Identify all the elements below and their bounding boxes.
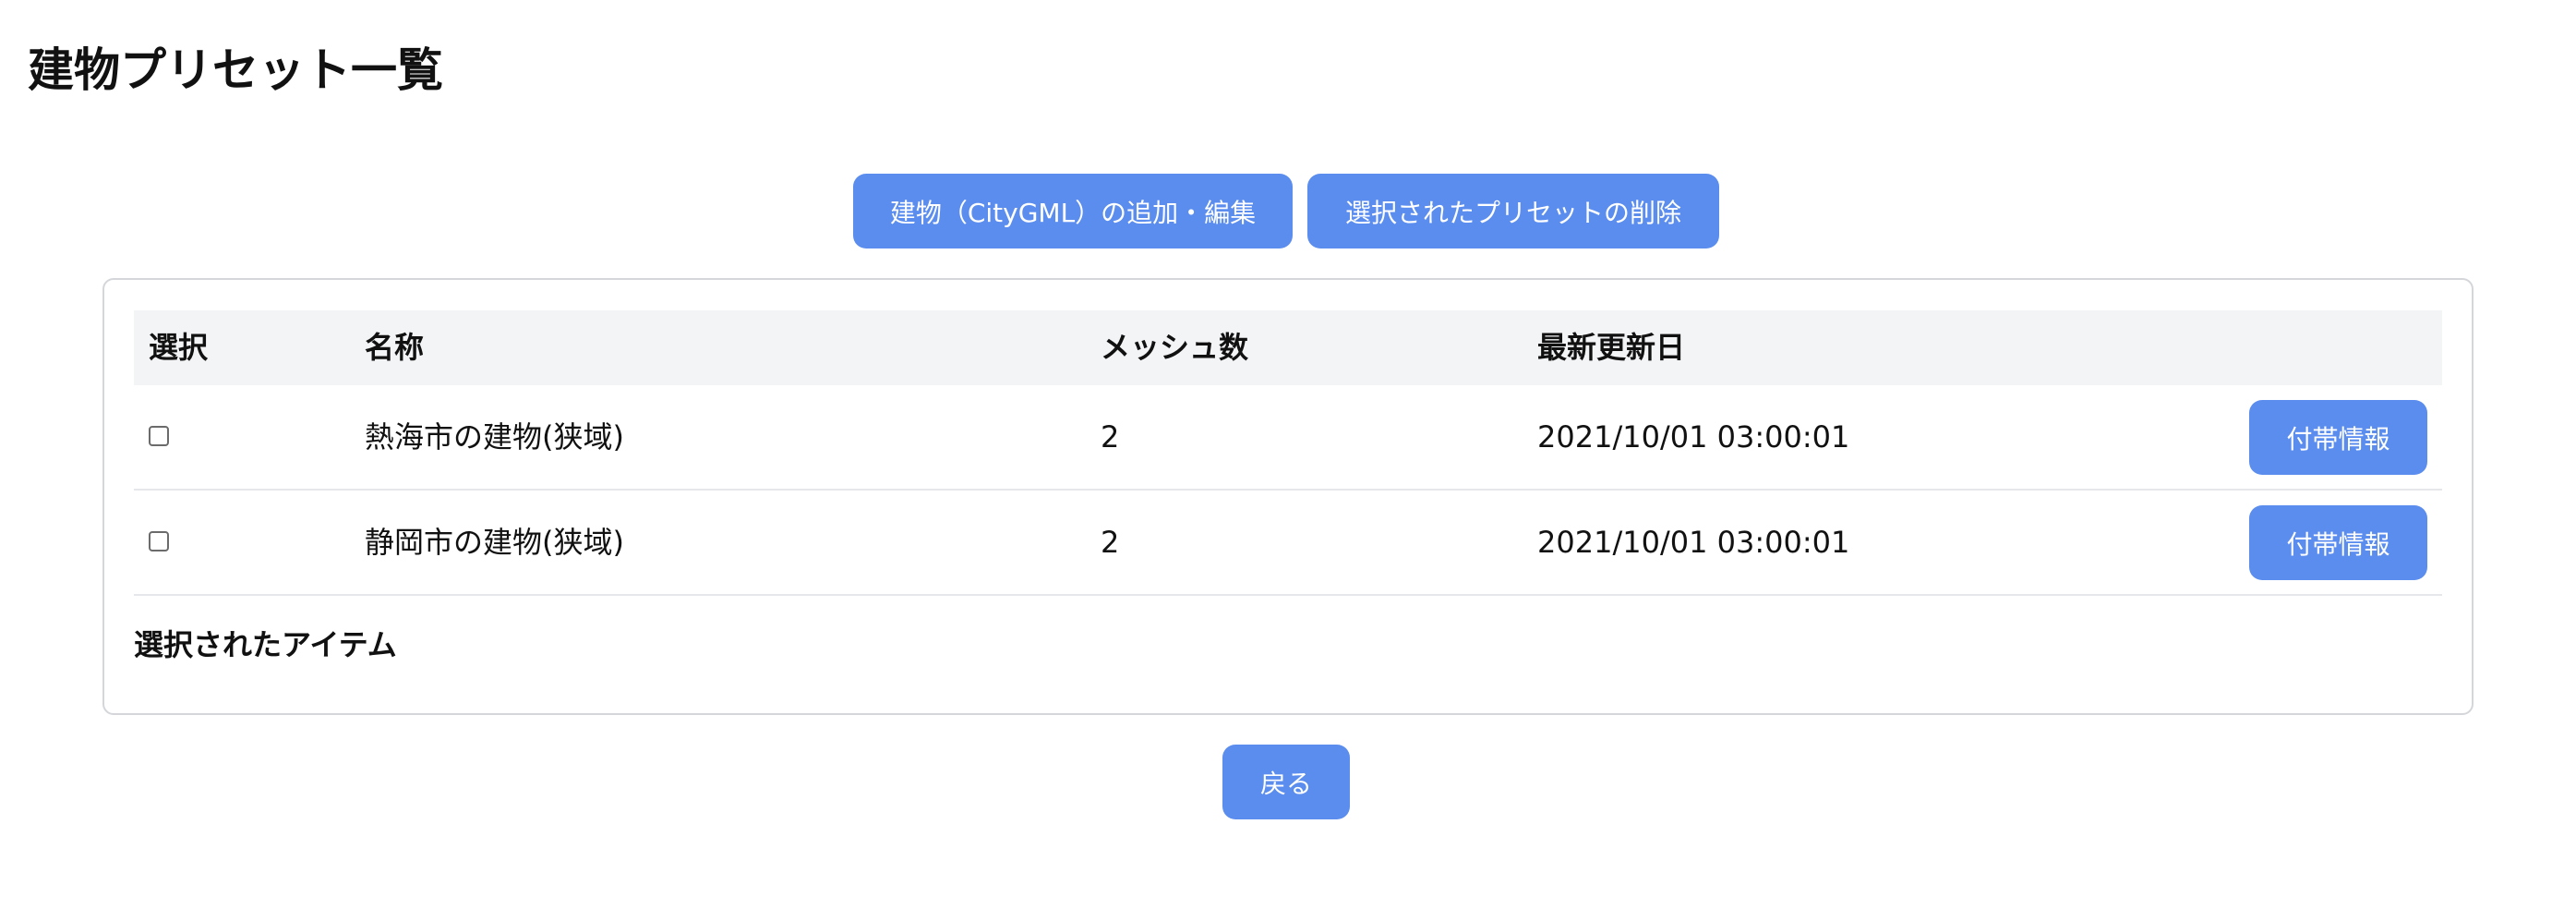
additional-info-button[interactable]: 付帯情報: [2249, 400, 2427, 475]
table-header: 選択 名称 メッシュ数 最新更新日: [134, 310, 2442, 385]
column-header-select: 選択: [149, 330, 209, 365]
column-header-updated: 最新更新日: [1537, 330, 1686, 365]
preset-table-card: 選択 名称 メッシュ数 最新更新日 熱海市の建物(狭域) 2 2021/10/0…: [102, 278, 2474, 715]
additional-info-button[interactable]: 付帯情報: [2249, 505, 2427, 580]
mesh-count: 2: [1101, 419, 1120, 454]
table-row: 熱海市の建物(狭域) 2 2021/10/01 03:00:01 付帯情報: [134, 385, 2442, 491]
column-header-mesh-count: メッシュ数: [1101, 330, 1249, 365]
table-row: 静岡市の建物(狭域) 2 2021/10/01 03:00:01 付帯情報: [134, 491, 2442, 596]
back-button[interactable]: 戻る: [1222, 745, 1350, 819]
selected-items-label: 選択されたアイテム: [134, 627, 397, 662]
row-select-checkbox[interactable]: [149, 531, 169, 551]
delete-selected-presets-button[interactable]: 選択されたプリセットの削除: [1307, 174, 1719, 248]
updated-date: 2021/10/01 03:00:01: [1537, 419, 1850, 454]
mesh-count: 2: [1101, 525, 1120, 560]
column-header-name: 名称: [365, 330, 425, 365]
updated-date: 2021/10/01 03:00:01: [1537, 525, 1850, 560]
add-edit-citygml-button[interactable]: 建物（CityGML）の追加・編集: [853, 174, 1293, 248]
preset-name: 静岡市の建物(狭域): [365, 525, 624, 560]
page-title: 建物プリセット一覧: [28, 43, 443, 97]
preset-name: 熱海市の建物(狭域): [365, 419, 624, 454]
row-select-checkbox[interactable]: [149, 426, 169, 446]
